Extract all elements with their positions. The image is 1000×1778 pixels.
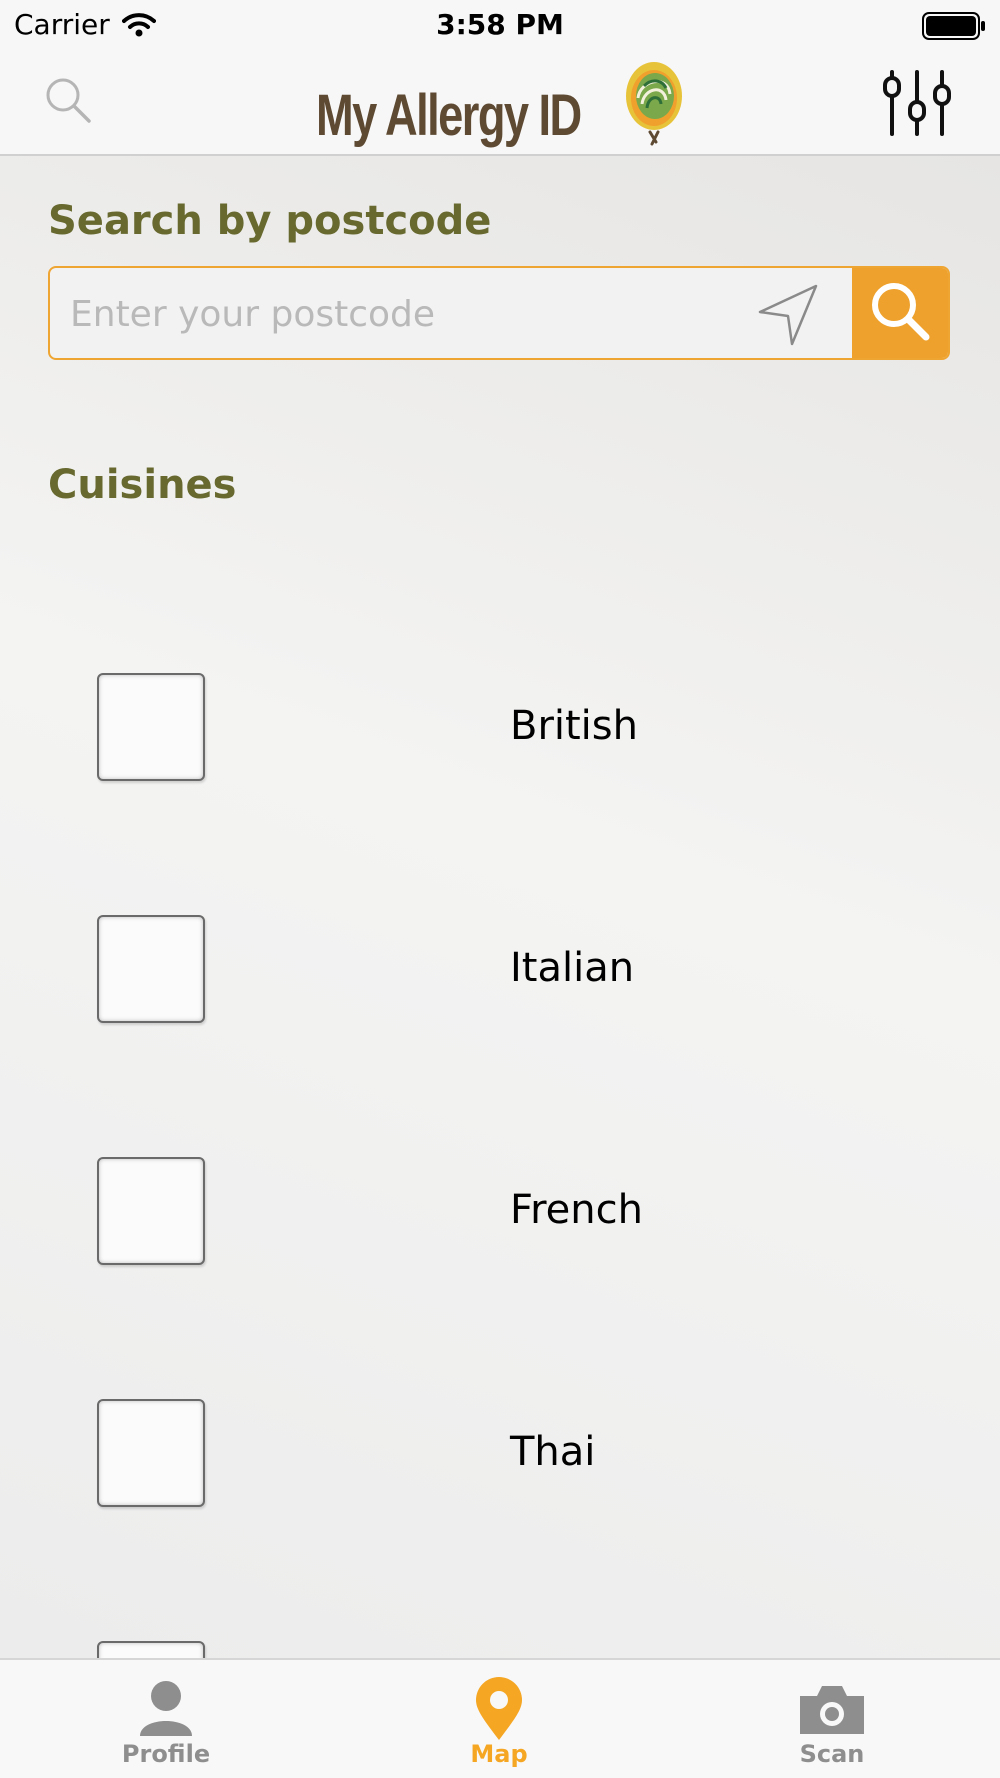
app-logo: My Allergy ID: [316, 56, 686, 152]
person-icon: [131, 1674, 201, 1744]
search-icon[interactable]: [44, 76, 92, 128]
cuisine-checkbox[interactable]: [97, 915, 205, 1023]
cuisine-checkbox[interactable]: [97, 1641, 205, 1658]
search-icon: [868, 279, 932, 347]
tab-scan[interactable]: Scan: [732, 1660, 932, 1778]
map-pin-icon: [464, 1674, 534, 1744]
cuisine-checkbox[interactable]: [97, 1157, 205, 1265]
status-bar: Carrier 3:58 PM: [0, 0, 1000, 50]
battery-icon: [922, 12, 986, 44]
postcode-input[interactable]: [68, 268, 722, 358]
cuisine-label: French: [510, 1187, 643, 1233]
cuisine-label: Thai: [510, 1429, 596, 1475]
tab-map[interactable]: Map: [399, 1660, 599, 1778]
location-arrow-icon[interactable]: [756, 282, 822, 352]
navigation-bar: My Allergy ID: [0, 50, 1000, 156]
cuisine-checkbox[interactable]: [97, 1399, 205, 1507]
fingerprint-logo-icon: [622, 58, 686, 152]
cuisine-row-partial[interactable]: [0, 1641, 1000, 1658]
tab-bar: Profile Map Scan: [0, 1658, 1000, 1778]
cuisine-row-french[interactable]: French: [0, 1157, 1000, 1267]
tab-label: Scan: [799, 1740, 865, 1768]
cuisine-row-thai[interactable]: Thai: [0, 1399, 1000, 1509]
tab-profile[interactable]: Profile: [66, 1660, 266, 1778]
tab-label: Profile: [121, 1740, 211, 1768]
cuisine-label: British: [510, 703, 638, 749]
logo-text: My Allergy ID: [316, 83, 582, 148]
sliders-icon[interactable]: [882, 68, 952, 142]
cuisine-row-italian[interactable]: Italian: [0, 915, 1000, 1025]
cuisine-checkbox[interactable]: [97, 673, 205, 781]
postcode-search-button[interactable]: [852, 268, 948, 358]
postcode-section-title: Search by postcode: [48, 198, 492, 244]
cuisine-label: Italian: [510, 945, 635, 991]
camera-icon: [797, 1674, 867, 1744]
postcode-search-box: [48, 266, 950, 360]
cuisine-row-british[interactable]: British: [0, 673, 1000, 783]
cuisines-section-title: Cuisines: [48, 462, 237, 508]
tab-label: Map: [470, 1740, 528, 1768]
main-content[interactable]: Search by postcode Cuisines British Ital…: [0, 156, 1000, 1658]
status-time: 3:58 PM: [436, 8, 564, 41]
